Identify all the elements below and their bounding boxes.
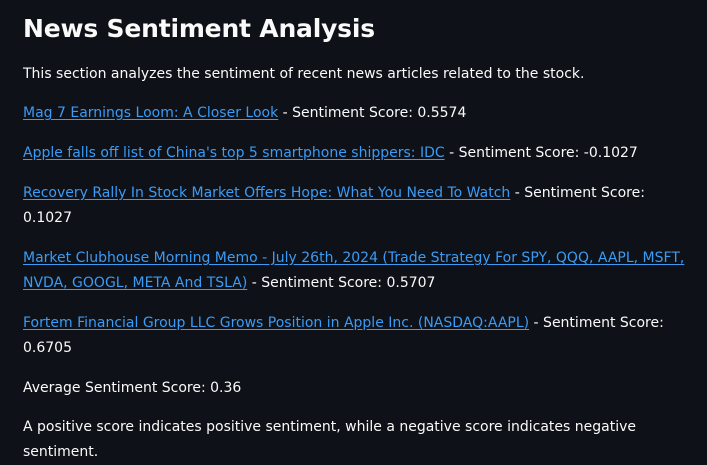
- sentiment-score: - Sentiment Score: 0.5707: [247, 275, 436, 291]
- article-item: Apple falls off list of China's top 5 sm…: [23, 141, 685, 166]
- article-link[interactable]: Apple falls off list of China's top 5 sm…: [23, 145, 445, 161]
- article-item: Fortem Financial Group LLC Grows Positio…: [23, 311, 685, 361]
- article-item: Recovery Rally In Stock Market Offers Ho…: [23, 181, 685, 231]
- article-item: Mag 7 Earnings Loom: A Closer Look - Sen…: [23, 101, 685, 126]
- article-link[interactable]: Fortem Financial Group LLC Grows Positio…: [23, 315, 529, 331]
- news-sentiment-section: News Sentiment Analysis This section ana…: [0, 0, 707, 465]
- sentiment-explanation: A positive score indicates positive sent…: [23, 419, 636, 460]
- average-sentiment-score: Average Sentiment Score: 0.36: [23, 380, 242, 396]
- article-link[interactable]: Mag 7 Earnings Loom: A Closer Look: [23, 105, 278, 121]
- section-intro: This section analyzes the sentiment of r…: [23, 66, 585, 82]
- sentiment-score: - Sentiment Score: -0.1027: [444, 145, 638, 161]
- section-title: News Sentiment Analysis: [23, 14, 375, 43]
- article-item: Market Clubhouse Morning Memo - July 26t…: [23, 246, 685, 296]
- article-link[interactable]: Recovery Rally In Stock Market Offers Ho…: [23, 185, 510, 201]
- sentiment-score: - Sentiment Score: 0.5574: [278, 105, 467, 121]
